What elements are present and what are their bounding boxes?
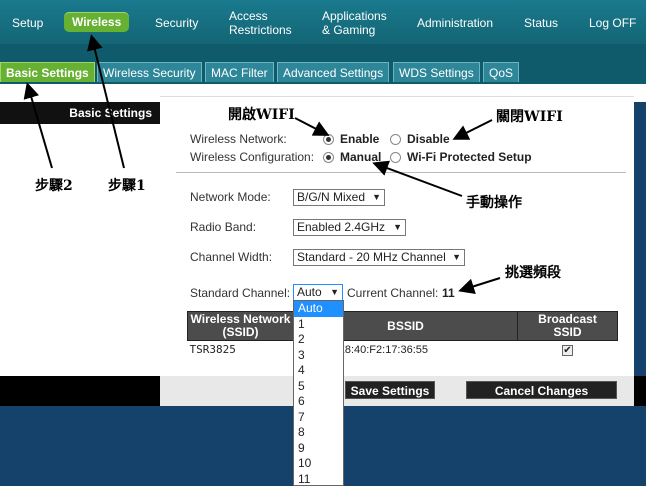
annotation-arrows bbox=[23, 34, 501, 295]
annotation-pick-channel: 挑選頻段 bbox=[505, 265, 561, 281]
annotation-step1: 步驟1 bbox=[108, 178, 146, 194]
annotation-step2: 步驟2 bbox=[35, 178, 73, 194]
annotation-open-wifi: 開啟WIFI bbox=[228, 107, 295, 123]
arrow-close-wifi bbox=[452, 119, 493, 140]
arrow-manual bbox=[372, 160, 463, 197]
arrow-channel bbox=[458, 277, 501, 295]
arrow-step1 bbox=[87, 34, 125, 169]
annotation-manual: 手動操作 bbox=[466, 195, 522, 211]
arrow-open-wifi bbox=[294, 117, 330, 136]
annotation-close-wifi: 關閉WIFI bbox=[496, 109, 563, 125]
arrow-step2 bbox=[23, 82, 53, 169]
